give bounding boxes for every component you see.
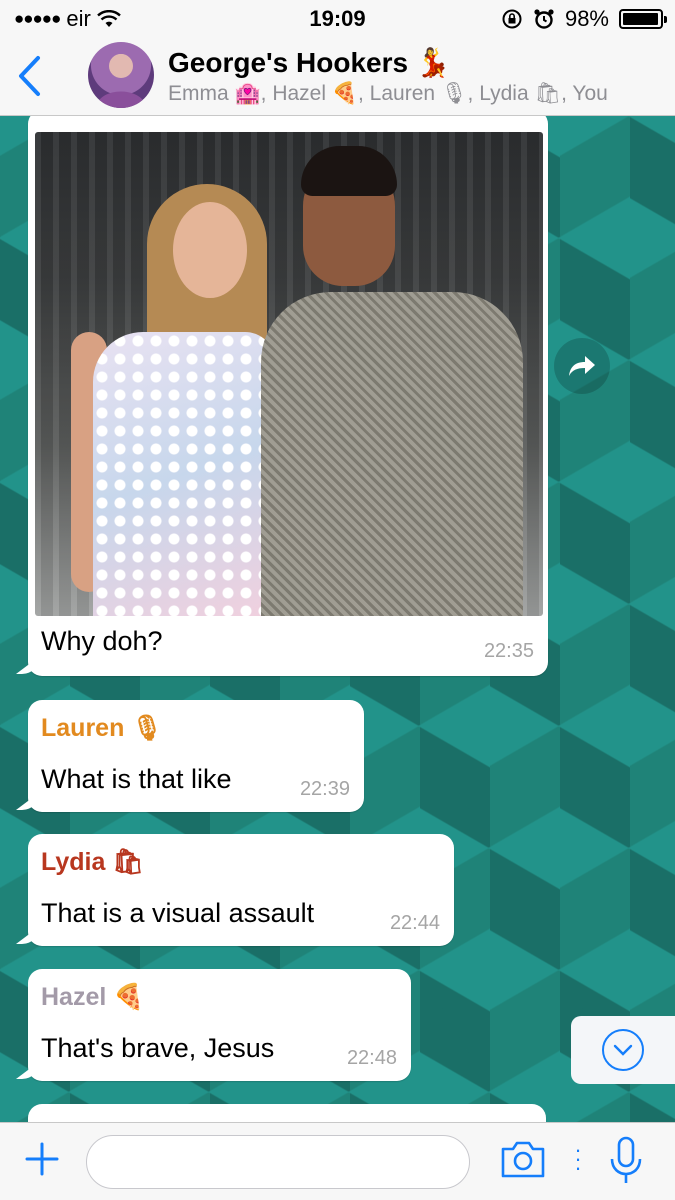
battery-fill	[623, 13, 659, 25]
status-bar: ●●●●● eir 19:09 98%	[0, 0, 675, 38]
chat-header: George's Hookers 💃 Emma 🏩, Hazel 🍕, Laur…	[0, 38, 675, 116]
message-time: 22:44	[389, 912, 440, 934]
group-members[interactable]: Emma 🏩, Hazel 🍕, Lauren 🎙, Lydia 🛍, You	[168, 82, 608, 106]
message-text: What is that like	[41, 764, 232, 794]
image-message[interactable]: Why doh? 22:35	[28, 116, 548, 676]
group-avatar[interactable]	[88, 42, 154, 108]
rotation-lock-icon	[502, 9, 522, 29]
message-text: Why doh?	[41, 626, 163, 656]
message-time: 22:35	[483, 640, 534, 662]
camera-button[interactable]	[500, 1139, 546, 1179]
forward-button[interactable]	[554, 338, 610, 394]
microphone-icon	[610, 1136, 642, 1183]
message-sender[interactable]: Lydia 🛍	[41, 848, 144, 877]
message-photo[interactable]	[35, 132, 543, 616]
more-options-icon[interactable]: · · ·	[572, 1139, 584, 1181]
group-title[interactable]: George's Hookers 💃	[168, 46, 451, 79]
partial-message[interactable]	[28, 1104, 546, 1122]
message-time: 22:39	[299, 778, 350, 800]
photo-woman-dress	[93, 332, 275, 616]
status-right: 98%	[501, 6, 667, 32]
text-message[interactable]: Lauren 🎙 What is that like 22:39	[28, 700, 364, 812]
attach-button[interactable]	[22, 1139, 62, 1179]
camera-icon	[501, 1141, 545, 1178]
message-sender[interactable]: Lauren 🎙	[41, 714, 163, 743]
share-arrow-icon	[569, 356, 595, 376]
message-text: That's brave, Jesus	[41, 1033, 275, 1063]
battery-icon	[619, 9, 667, 29]
message-sender[interactable]: Hazel 🍕	[41, 983, 144, 1012]
message-text: That is a visual assault	[41, 898, 315, 928]
photo-woman-face	[173, 202, 247, 298]
chevron-left-icon	[19, 56, 40, 96]
plus-icon	[25, 1142, 59, 1176]
photo-man-sweater	[261, 292, 523, 616]
avatar-photo	[96, 54, 146, 108]
scroll-to-bottom-button[interactable]	[571, 1016, 675, 1084]
message-input[interactable]	[86, 1135, 470, 1189]
alarm-icon	[534, 9, 554, 29]
text-message[interactable]: Hazel 🍕 That's brave, Jesus 22:48	[28, 969, 411, 1081]
text-message[interactable]: Lydia 🛍 That is a visual assault 22:44	[28, 834, 454, 946]
message-input-bar: · · ·	[0, 1122, 675, 1200]
battery-percent: 98%	[564, 6, 609, 31]
microphone-button[interactable]	[608, 1135, 644, 1187]
chevron-down-icon	[602, 1029, 644, 1071]
message-time: 22:48	[346, 1047, 397, 1069]
back-button[interactable]	[10, 52, 50, 100]
chat-area[interactable]: Why doh? 22:35 Lauren 🎙 What is that lik…	[0, 116, 675, 1122]
